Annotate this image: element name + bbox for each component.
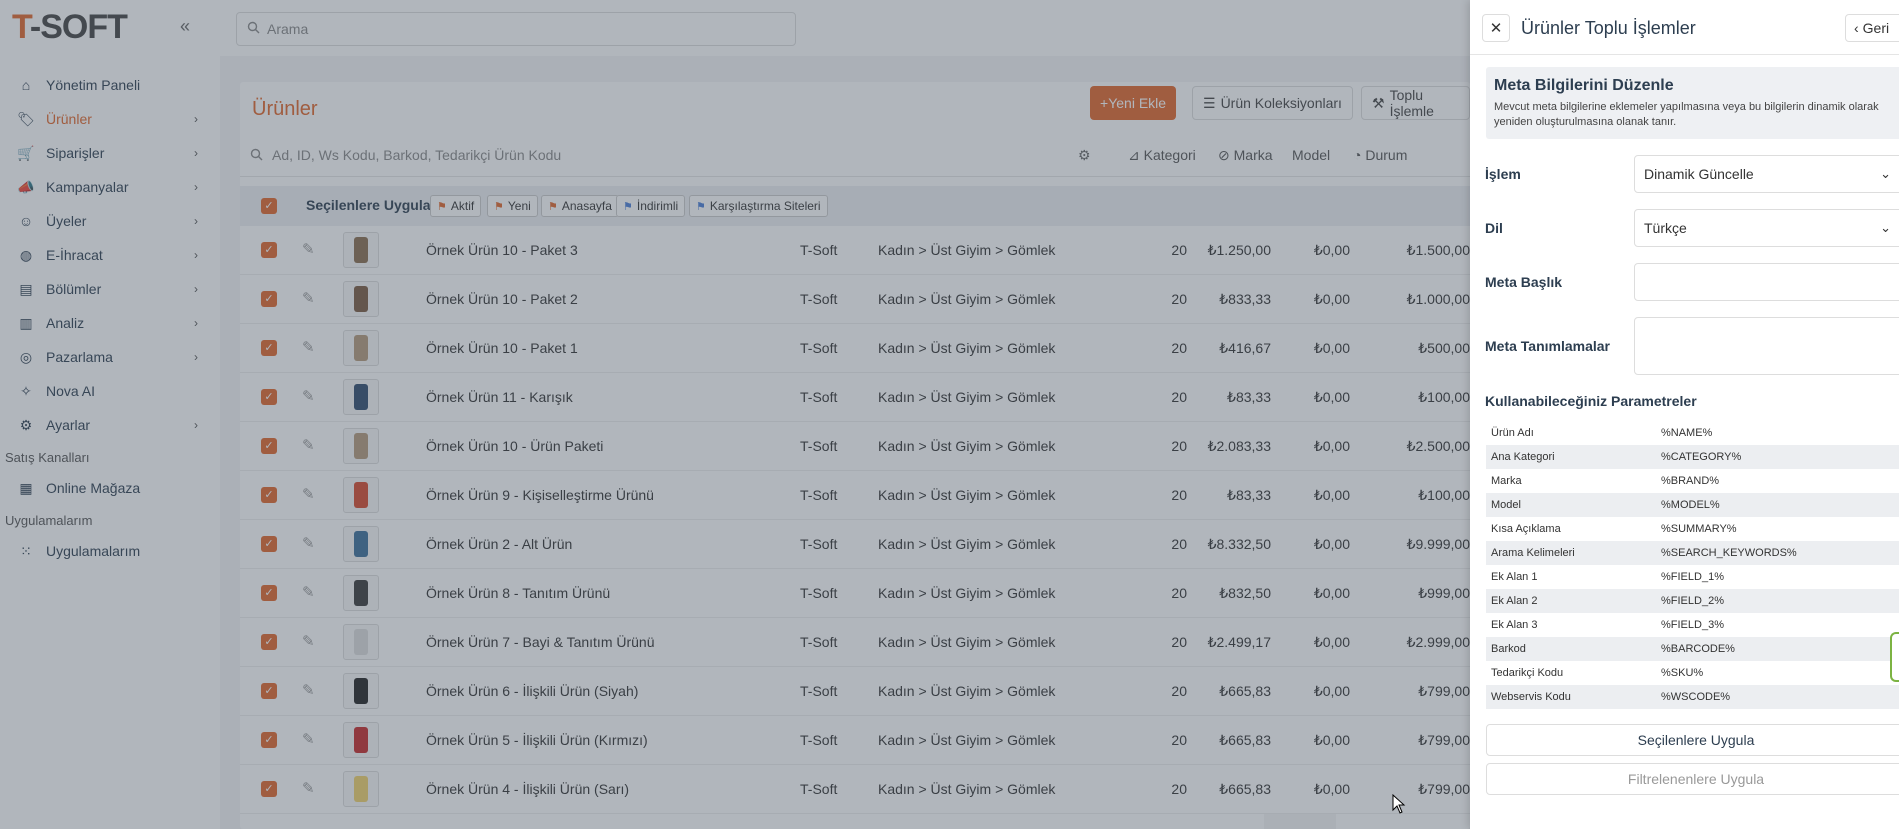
parameter-name: Kısa Açıklama [1491,523,1561,535]
parameter-code: %BARCODE% [1661,643,1735,655]
parameter-name: Ana Kategori [1491,451,1555,463]
back-button[interactable]: ‹ Geri [1845,14,1899,42]
chevron-left-icon: ‹ [1854,20,1859,36]
meta-title-label: Meta Başlık [1485,274,1563,290]
info-description: Mevcut meta bilgilerine eklemeler yapılm… [1494,101,1879,128]
parameter-name: Ek Alan 3 [1491,619,1538,631]
parameter-name: Ek Alan 1 [1491,571,1538,583]
parameter-name: Ek Alan 2 [1491,595,1538,607]
parameters-table: Ürün Adı %NAME% Ana Kategori %CATEGORY% Mark… [1486,421,1899,709]
parameter-code: %FIELD_2% [1661,595,1724,607]
parameter-name: Barkod [1491,643,1526,655]
operation-label: İşlem [1485,166,1521,182]
feedback-tab[interactable] [1890,632,1899,682]
parameter-row: Arama Kelimeleri %SEARCH_KEYWORDS% [1486,541,1899,565]
close-icon: ✕ [1489,20,1503,37]
mouse-cursor-icon [1392,794,1406,814]
close-button[interactable]: ✕ [1482,14,1510,42]
language-select[interactable]: Türkçe ⌄ [1634,209,1899,247]
meta-description-label: Meta Tanımlamalar [1485,338,1611,354]
parameter-code: %SEARCH_KEYWORDS% [1661,547,1797,559]
language-label: Dil [1485,220,1503,236]
parameters-title: Kullanabileceğiniz Parametreler [1485,393,1697,409]
parameter-name: Ürün Adı [1491,427,1534,439]
parameter-code: %SKU% [1661,667,1704,679]
apply-filtered-button[interactable]: Filtrelenenlere Uygula [1486,763,1899,795]
operation-select[interactable]: Dinamik Güncelle ⌄ [1634,155,1899,193]
parameter-code: %FIELD_3% [1661,619,1724,631]
apply-selected-button[interactable]: Seçilenlere Uygula [1486,724,1899,756]
parameter-row: Ek Alan 2 %FIELD_2% [1486,589,1899,613]
divider [1470,54,1899,55]
parameter-code: %MODEL% [1661,499,1720,511]
parameter-name: Tedarikçi Kodu [1491,667,1564,679]
parameter-row: Tedarikçi Kodu %SKU% [1486,661,1899,685]
parameter-name: Webservis Kodu [1491,691,1571,703]
parameter-row: Ana Kategori %CATEGORY% [1486,445,1899,469]
parameter-row: Marka %BRAND% [1486,469,1899,493]
chevron-down-icon: ⌄ [1880,220,1891,235]
parameter-row: Webservis Kodu %WSCODE% [1486,685,1899,709]
parameter-row: Ek Alan 3 %FIELD_3% [1486,613,1899,637]
parameter-code: %FIELD_1% [1661,571,1724,583]
parameter-code: %BRAND% [1661,475,1720,487]
parameter-row: Ek Alan 1 %FIELD_1% [1486,565,1899,589]
parameter-code: %SUMMARY% [1661,523,1737,535]
parameter-row: Kısa Açıklama %SUMMARY% [1486,517,1899,541]
parameter-row: Barkod %BARCODE% [1486,637,1899,661]
meta-description-textarea[interactable] [1634,317,1899,375]
meta-title-input[interactable] [1634,263,1899,301]
parameter-code: %WSCODE% [1661,691,1731,703]
parameter-name: Arama Kelimeleri [1491,547,1575,559]
info-title: Meta Bilgilerini Düzenle [1494,77,1674,94]
modal-overlay[interactable] [0,0,1470,829]
info-box: Meta Bilgilerini Düzenle Mevcut meta bil… [1486,67,1899,139]
parameter-name: Marka [1491,475,1522,487]
chevron-down-icon: ⌄ [1880,166,1891,181]
bulk-actions-panel: ✕ Ürünler Toplu İşlemler ‹ Geri Meta Bilg… [1470,0,1899,829]
parameter-name: Model [1491,499,1521,511]
parameter-row: Ürün Adı %NAME% [1486,421,1899,445]
panel-title: Ürünler Toplu İşlemler [1521,18,1696,38]
parameter-code: %NAME% [1661,427,1713,439]
parameter-row: Model %MODEL% [1486,493,1899,517]
parameter-code: %CATEGORY% [1661,451,1742,463]
